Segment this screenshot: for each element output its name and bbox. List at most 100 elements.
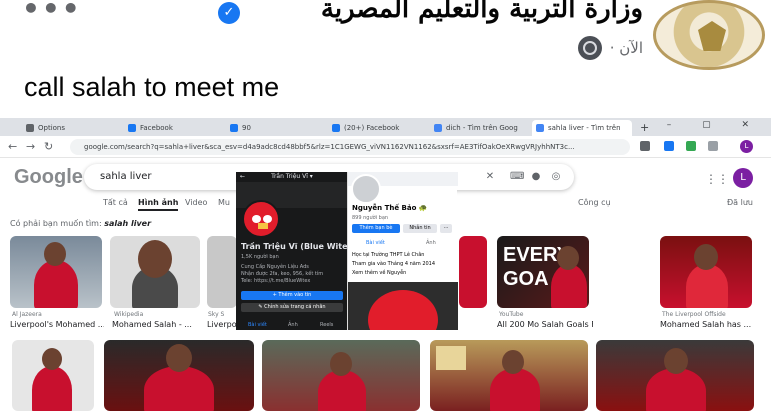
friend-count[interactable]: 899 người bạn <box>352 215 388 221</box>
image-result[interactable] <box>12 340 94 411</box>
tab-images[interactable]: Hình ảnh <box>138 198 179 211</box>
image-result[interactable] <box>596 340 754 411</box>
tab-video[interactable]: Video <box>185 198 207 207</box>
add-friend-button[interactable]: Thêm bạn bè <box>352 224 400 233</box>
image-result[interactable] <box>262 340 420 411</box>
window-controls[interactable]: – ▢ ✕ <box>667 120 763 130</box>
apps-grid-icon[interactable]: ⋮⋮ <box>705 172 729 186</box>
result-title[interactable]: Liverpool's Mohamed ... <box>10 320 104 329</box>
player-head <box>502 350 524 374</box>
keyboard-icon[interactable]: ⌨ <box>510 171 524 183</box>
new-tab-button[interactable]: + <box>634 120 655 136</box>
back-icon[interactable]: ← <box>240 172 245 182</box>
reload-icon[interactable]: ↻ <box>44 140 53 153</box>
browser-tab[interactable]: (20+) Facebook <box>328 120 428 136</box>
bird-beak <box>258 223 268 229</box>
facebook-profile-dark: ← Trần Triệu Vĩ ▾ Trần Triệu Vĩ (Blue Wi… <box>236 172 356 330</box>
friend-count[interactable]: 1,5K người bạn <box>241 254 279 260</box>
post-image[interactable] <box>348 282 458 330</box>
puzzle-icon[interactable] <box>708 141 718 151</box>
tab-reels[interactable]: Reels <box>320 322 333 328</box>
bookmark-star-icon[interactable] <box>640 141 650 151</box>
angry-bird-graphic <box>368 290 438 330</box>
screenshot-root: ••• ✓ وزارة التربية والتعليم المصرية الآ… <box>0 0 771 411</box>
message-button[interactable]: Nhắn tin <box>403 224 437 233</box>
extension-icon[interactable] <box>686 141 696 151</box>
player-figure <box>144 366 214 411</box>
facebook-icon <box>230 124 238 132</box>
profile-name: Trần Triệu Vĩ (Blue Witex) <box>241 242 357 251</box>
microphone-icon[interactable]: ● <box>530 171 542 183</box>
angry-bird-avatar[interactable] <box>242 200 280 238</box>
back-icon[interactable]: ← <box>8 140 17 153</box>
tab-label: (20+) Facebook <box>344 124 400 132</box>
post-meta: الآن · <box>577 36 643 60</box>
clear-icon[interactable]: ✕ <box>484 171 496 183</box>
player-figure <box>686 264 728 308</box>
browser-tab[interactable]: dich - Tìm trên Goog <box>430 120 530 136</box>
post-header: ••• ✓ وزارة التربية والتعليم المصرية الآ… <box>0 0 771 112</box>
post-time[interactable]: الآن · <box>610 39 643 57</box>
result-title[interactable]: All 200 Mo Salah Goals For Liverpool ... <box>497 320 593 329</box>
ministry-logo[interactable] <box>653 0 765 70</box>
player-figure <box>490 368 540 411</box>
tab-more[interactable]: Mu <box>218 198 230 207</box>
tab-photos[interactable]: Ảnh <box>426 240 436 246</box>
profile-avatar[interactable]: L <box>740 140 753 153</box>
result-source: The Liverpool Offside <box>662 311 726 318</box>
image-result[interactable] <box>207 236 237 308</box>
image-result[interactable] <box>430 340 588 411</box>
player-head <box>557 246 579 270</box>
image-result[interactable] <box>10 236 102 308</box>
globe-icon <box>577 36 602 60</box>
bird-eye <box>263 215 272 223</box>
number-100-graphic <box>436 346 466 370</box>
saved-button[interactable]: Đã lưu <box>727 198 753 207</box>
add-story-button[interactable]: + Thêm vào tin <box>241 291 343 300</box>
tab-photos[interactable]: Ảnh <box>288 322 298 328</box>
google-icon <box>434 124 442 132</box>
browser-tab[interactable]: Options <box>22 120 122 136</box>
address-bar[interactable]: google.com/search?q=sahla+liver&sca_esv=… <box>70 139 630 155</box>
tools-button[interactable]: Công cụ <box>578 198 611 207</box>
browser-tab-active[interactable]: sahla liver - Tìm trên <box>532 120 632 136</box>
more-options-button[interactable]: ··· <box>440 224 452 233</box>
bird-eye <box>252 215 261 223</box>
did-you-mean-link[interactable]: salah liver <box>104 219 151 228</box>
google-logo[interactable]: Google <box>14 166 83 189</box>
image-result[interactable]: EVERY GOA <box>497 236 589 308</box>
image-result[interactable] <box>104 340 254 411</box>
more-dots-icon[interactable]: ••• <box>22 0 82 23</box>
info-see-more[interactable]: Xem thêm về Nguyễn <box>352 270 406 276</box>
edit-profile-button[interactable]: ✎ Chỉnh sửa trang cá nhân <box>241 303 343 312</box>
image-result[interactable] <box>660 236 752 308</box>
default-avatar[interactable] <box>351 174 381 204</box>
forward-icon[interactable]: → <box>26 140 35 153</box>
tab-posts[interactable]: Bài viết <box>366 240 385 246</box>
tab-label: 90 <box>242 124 251 132</box>
browser-tab[interactable]: Facebook <box>124 120 224 136</box>
tab-posts[interactable]: Bài viết <box>248 322 267 328</box>
bio-line: Cung Cấp Nguyên Liệu Ads <box>241 264 309 270</box>
did-you-mean-prefix: Có phải bạn muốn tìm: <box>10 219 102 228</box>
goal-text: GOA <box>503 268 549 290</box>
image-result[interactable] <box>110 236 200 308</box>
bio-line[interactable]: Tele: https://t.me/BlueWitex <box>241 278 310 284</box>
tab-bar: Options Facebook 90 (20+) Facebook dich … <box>0 118 771 136</box>
profile-top-title[interactable]: Trần Triệu Vĩ ▾ <box>271 173 313 180</box>
image-result[interactable] <box>459 236 487 308</box>
result-title[interactable]: Mohamed Salah has ... <box>660 320 756 329</box>
player-head <box>664 348 688 374</box>
tab-all[interactable]: Tất cả <box>103 198 128 207</box>
lens-icon[interactable]: ◎ <box>550 171 562 183</box>
extension-icon[interactable] <box>664 141 674 151</box>
page-name[interactable]: وزارة التربية والتعليم المصرية <box>321 0 643 24</box>
result-title[interactable]: Liverpo... <box>207 320 237 329</box>
eagle-emblem-icon <box>698 21 726 51</box>
account-avatar[interactable]: L <box>733 168 753 188</box>
tab-label: Options <box>38 124 66 132</box>
browser-tab[interactable]: 90 <box>226 120 326 136</box>
tab-label: sahla liver - Tìm trên <box>548 124 621 132</box>
result-source: Al Jazeera <box>12 311 42 318</box>
result-title[interactable]: Mohamed Salah - ... <box>112 320 204 329</box>
